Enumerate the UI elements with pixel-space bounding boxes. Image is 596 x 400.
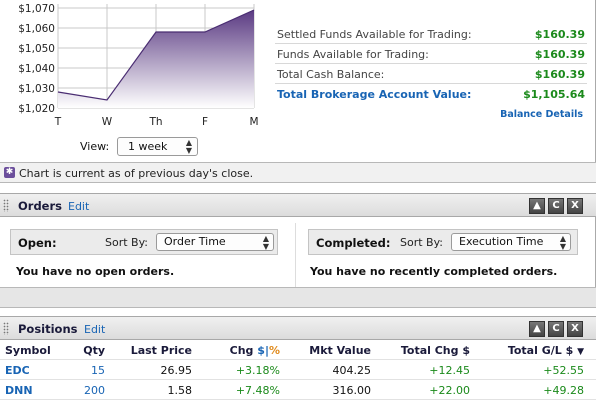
collapse-up-icon[interactable]: ▲ — [529, 321, 545, 337]
position-chg: +7.48% — [235, 384, 280, 397]
col-qty[interactable]: Qty — [83, 344, 105, 357]
y-tick-label: $1,030 — [18, 83, 55, 95]
balances-table: Settled Funds Available for Trading: $16… — [275, 24, 587, 104]
sort-desc-icon: ▼ — [577, 347, 584, 357]
position-symbol-link[interactable]: DNN — [5, 384, 33, 397]
balance-value: $1,105.64 — [523, 88, 585, 101]
view-range-select[interactable]: 1 week ▲ ▼ — [117, 137, 198, 156]
balance-label: Total Cash Balance: — [277, 68, 385, 81]
total-account-value-link[interactable]: Total Brokerage Account Value: — [277, 88, 471, 101]
balance-row-funds-available: Funds Available for Trading: $160.39 — [275, 44, 587, 64]
drag-handle-icon[interactable] — [3, 199, 9, 212]
open-orders-message: You have no open orders. — [16, 265, 175, 278]
position-symbol-link[interactable]: EDC — [5, 364, 30, 377]
col-total-gl-label: Total G/L $ — [507, 344, 574, 357]
x-tick-label: M — [249, 116, 258, 128]
position-last-price: 26.95 — [160, 364, 193, 377]
col-chg-percent[interactable]: % — [269, 344, 280, 357]
balance-row-settled-funds: Settled Funds Available for Trading: $16… — [275, 24, 587, 44]
open-orders-box: Open: Sort By: Order Time ▲ ▼ — [10, 229, 278, 255]
chart-note-text: Chart is current as of previous day's cl… — [19, 167, 254, 180]
close-icon[interactable]: X — [567, 198, 583, 214]
col-chg[interactable]: Chg $|% — [230, 344, 280, 357]
y-tick-label: $1,020 — [18, 103, 55, 115]
orders-divider — [295, 223, 296, 287]
position-total-chg: +12.45 — [429, 364, 470, 377]
position-chg: +3.18% — [235, 364, 280, 377]
position-mkt-value: 404.25 — [332, 364, 372, 377]
balance-value: $160.39 — [534, 48, 585, 61]
completed-sort-label: Sort By: — [400, 236, 444, 249]
x-tick-label: T — [54, 116, 62, 128]
orders-panel-body: Open: Sort By: Order Time ▲ ▼ You have no… — [0, 217, 596, 287]
position-qty[interactable]: 15 — [91, 364, 105, 377]
balance-details-link[interactable]: Balance Details — [500, 109, 583, 120]
view-label: View: — [80, 140, 110, 153]
balance-value: $160.39 — [534, 68, 585, 81]
col-mkt-value[interactable]: Mkt Value — [309, 344, 371, 357]
refresh-icon[interactable]: C — [548, 321, 564, 337]
x-tick-label: F — [202, 116, 208, 128]
select-arrows-icon: ▲ ▼ — [262, 234, 269, 251]
x-tick-label: W — [102, 116, 113, 128]
y-tick-label: $1,050 — [18, 43, 55, 55]
position-last-price: 1.58 — [167, 384, 193, 397]
open-sort-select[interactable]: Order Time ▲ ▼ — [156, 233, 274, 251]
info-icon: ✱ — [4, 167, 15, 178]
position-total-chg: +22.00 — [429, 384, 470, 397]
balance-value: $160.39 — [534, 28, 585, 41]
drag-handle-icon[interactable] — [3, 322, 9, 335]
positions-panel-header: Positions Edit ▲ C X — [0, 316, 596, 340]
positions-header-row: Symbol Qty Last Price Chg $|% Mkt Value … — [0, 340, 596, 360]
balance-row-total-cash: Total Cash Balance: $160.39 — [275, 64, 587, 84]
balance-label: Settled Funds Available for Trading: — [277, 28, 472, 41]
open-sort-value: Order Time — [164, 235, 226, 248]
col-chg-label: Chg — [229, 344, 254, 357]
orders-panel-footer — [0, 287, 596, 308]
orders-panel-header: Orders Edit ▲ C X — [0, 193, 596, 217]
orders-title: Orders — [18, 199, 62, 213]
refresh-icon[interactable]: C — [548, 198, 564, 214]
open-orders-title: Open: — [18, 236, 57, 250]
orders-edit-link[interactable]: Edit — [68, 200, 89, 213]
positions-title: Positions — [18, 322, 78, 336]
col-total-chg[interactable]: Total Chg $ — [401, 344, 470, 357]
account-value-chart: $1,070 $1,060 $1,050 $1,040 $1,030 $1,020 T W T… — [18, 3, 258, 128]
balance-row-total-account-value[interactable]: Total Brokerage Account Value: $1,105.64 — [275, 84, 587, 104]
select-arrows-icon: ▲ ▼ — [185, 138, 192, 155]
col-chg-dollar[interactable]: $ — [257, 344, 265, 357]
balance-label: Funds Available for Trading: — [277, 48, 429, 61]
y-tick-label: $1,060 — [18, 23, 55, 35]
view-range-value: 1 week — [128, 140, 168, 153]
account-summary: $1,070 $1,060 $1,050 $1,040 $1,030 $1,020 T W T… — [0, 0, 596, 162]
col-symbol[interactable]: Symbol — [5, 344, 51, 357]
completed-sort-value: Execution Time — [459, 235, 544, 248]
col-last-price[interactable]: Last Price — [131, 344, 192, 357]
col-total-gl[interactable]: Total G/L $ ▼ — [508, 344, 584, 357]
open-sort-label: Sort By: — [105, 236, 149, 249]
completed-sort-select[interactable]: Execution Time ▲ ▼ — [451, 233, 571, 251]
position-mkt-value: 316.00 — [332, 384, 372, 397]
y-tick-label: $1,070 — [18, 3, 55, 15]
y-tick-label: $1,040 — [18, 63, 55, 75]
completed-orders-box: Completed: Sort By: Execution Time ▲ ▼ — [308, 229, 578, 255]
select-arrows-icon: ▲ ▼ — [559, 234, 566, 251]
collapse-up-icon[interactable]: ▲ — [529, 198, 545, 214]
completed-orders-title: Completed: — [316, 236, 391, 250]
positions-edit-link[interactable]: Edit — [84, 323, 105, 336]
chart-note-bar: ✱ Chart is current as of previous day's … — [0, 162, 596, 183]
position-total-gl: +49.28 — [543, 384, 584, 397]
position-total-gl: +52.55 — [543, 364, 584, 377]
position-qty[interactable]: 200 — [84, 384, 105, 397]
table-row: DNN 200 1.58 +7.48% 316.00 +22.00 +49.28 — [0, 380, 596, 400]
positions-table: Symbol Qty Last Price Chg $|% Mkt Value … — [0, 340, 596, 400]
close-icon[interactable]: X — [567, 321, 583, 337]
completed-orders-message: You have no recently completed orders. — [310, 265, 558, 278]
x-tick-label: Th — [148, 116, 162, 128]
table-row: EDC 15 26.95 +3.18% 404.25 +12.45 +52.55 — [0, 360, 596, 380]
